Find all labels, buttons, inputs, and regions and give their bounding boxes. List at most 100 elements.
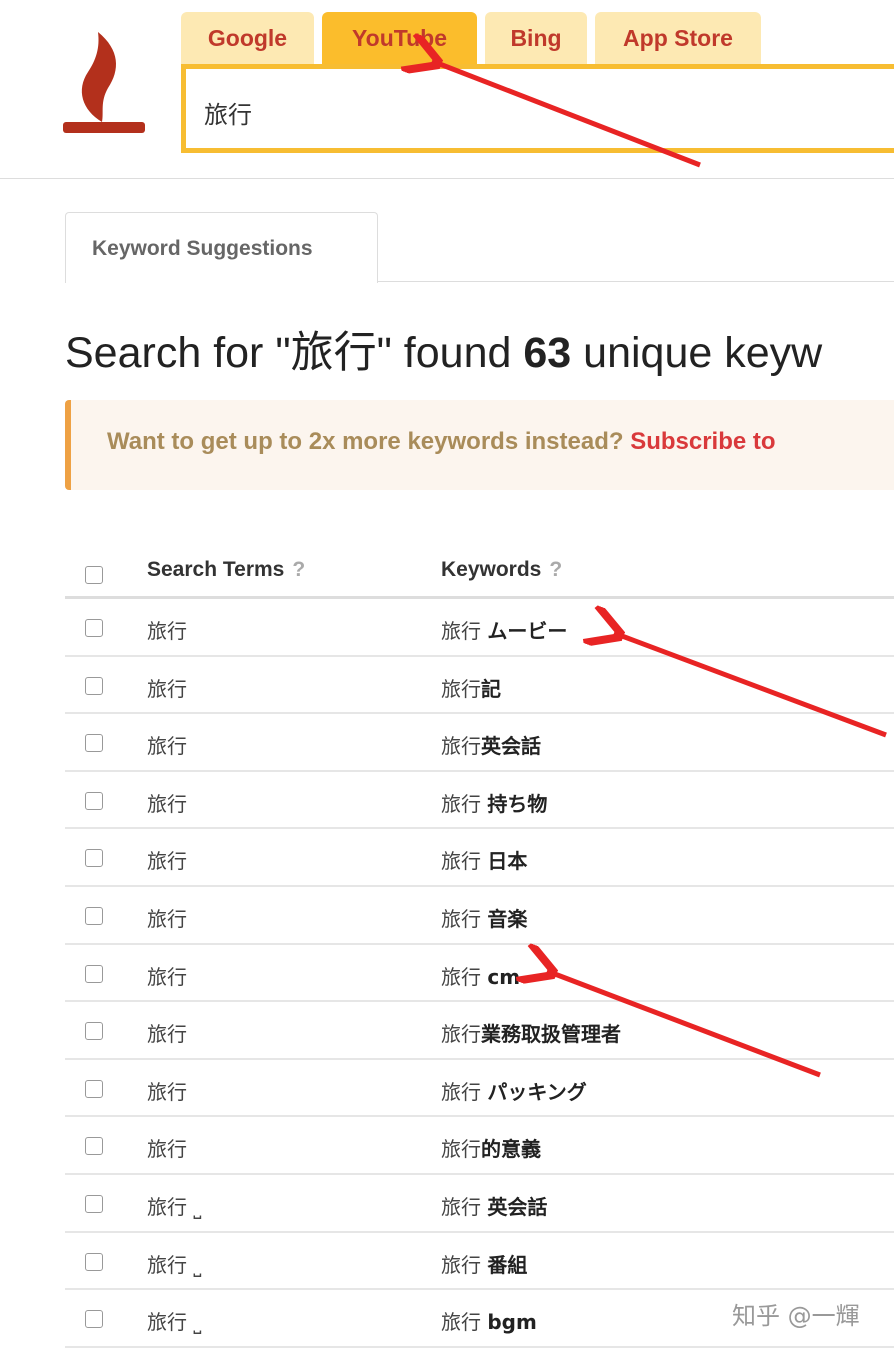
keyword[interactable]: 旅行業務取扱管理者 <box>441 1018 621 1047</box>
row-checkbox[interactable] <box>85 676 103 695</box>
table-row[interactable]: 旅行 ⎵ 旅行 英会話 <box>65 1175 894 1233</box>
table-row[interactable]: 旅行 旅行 日本 <box>65 829 894 887</box>
keyword-suffix: 音楽 <box>487 906 528 931</box>
help-icon[interactable]: ? <box>292 558 305 581</box>
keyword-suffix: 英会話 <box>481 734 541 759</box>
watermark: 知乎 @一輝 <box>732 1302 860 1330</box>
row-checkbox[interactable] <box>85 964 103 983</box>
search-term: 旅行 <box>147 619 187 643</box>
row-checkbox[interactable] <box>85 906 103 925</box>
keyword-prefix: 旅行 <box>441 964 488 989</box>
table-row[interactable]: 旅行 旅行 ムービー <box>65 599 894 657</box>
table-row[interactable]: 旅行 旅行的意義 <box>65 1117 894 1175</box>
keyword-suffix: ムービー <box>487 619 568 643</box>
search-term: 旅行 <box>147 676 187 701</box>
keyword-prefix: 旅行 <box>441 619 488 643</box>
subscribe-link[interactable]: Subscribe to <box>630 428 775 455</box>
result-count: 63 <box>523 329 572 377</box>
keyword-suffix: 記 <box>481 676 501 701</box>
title-suffix: unique keyw <box>571 329 823 377</box>
upgrade-alert: Want to get up to 2x more keywords inste… <box>65 400 894 490</box>
search-term: 旅行 <box>147 849 187 874</box>
flame-logo-icon[interactable] <box>60 30 148 138</box>
select-all-checkbox[interactable] <box>85 566 103 584</box>
keyword[interactable]: 旅行記 <box>441 673 501 702</box>
tab-keyword-suggestions[interactable]: Keyword Suggestions <box>65 212 378 283</box>
table-row[interactable]: 旅行 旅行業務取扱管理者 <box>65 1002 894 1060</box>
keyword-suffix: 英会話 <box>487 1194 548 1219</box>
tab-google[interactable]: Google <box>181 12 314 66</box>
search-input[interactable]: 旅行 <box>181 64 894 153</box>
tab-bing[interactable]: Bing <box>485 12 587 66</box>
keyword[interactable]: 旅行 音楽 <box>441 903 527 932</box>
keyword-prefix: 旅行 <box>441 849 488 874</box>
row-checkbox[interactable] <box>85 1194 103 1213</box>
search-term: 旅行 <box>147 906 187 931</box>
keyword[interactable]: 旅行 英会話 <box>441 1191 547 1220</box>
search-term: 旅行 <box>147 1137 187 1162</box>
header-keywords[interactable]: Keywords? <box>441 558 562 582</box>
row-checkbox[interactable] <box>85 791 103 810</box>
page-title: Search for "旅行" found 63 unique keyw <box>65 318 822 380</box>
keyword-prefix: 旅行 <box>441 906 488 931</box>
keyword-suffix: パッキング <box>487 1079 587 1104</box>
keyword-prefix: 旅行 <box>441 1194 488 1219</box>
keyword-suffix: bgm <box>487 1310 537 1335</box>
keyword-suffix: 番組 <box>487 1252 528 1277</box>
keyword-prefix: 旅行 <box>441 791 488 816</box>
keyword-suffix: 日本 <box>487 849 528 874</box>
search-term: 旅行 <box>147 734 187 759</box>
table-row[interactable]: 旅行 ⎵ 旅行 番組 <box>65 1233 894 1291</box>
search-term: 旅行 <box>147 791 187 816</box>
keyword-suffix: 持ち物 <box>487 791 548 816</box>
tab-app-store[interactable]: App Store <box>595 12 761 66</box>
row-checkbox[interactable] <box>85 734 103 753</box>
search-term: 旅行 <box>147 1079 187 1104</box>
row-checkbox[interactable] <box>85 1252 103 1271</box>
keyword-table: Search Terms? Keywords? 旅行 旅行 ムービー 旅行 旅行… <box>65 540 894 1348</box>
table-row[interactable]: 旅行 旅行英会話 <box>65 714 894 772</box>
keyword[interactable]: 旅行英会話 <box>441 730 541 759</box>
help-icon[interactable]: ? <box>549 558 562 581</box>
header-search-terms[interactable]: Search Terms? <box>147 558 305 582</box>
search-term: 旅行 <box>147 964 187 989</box>
header-label: Search Terms <box>147 558 285 581</box>
keyword-suffix: cm <box>487 964 521 989</box>
keyword-prefix: 旅行 <box>441 1079 488 1104</box>
row-checkbox[interactable] <box>85 1022 103 1041</box>
search-term: 旅行 ⎵ <box>147 1252 202 1277</box>
header-divider <box>0 178 894 179</box>
keyword[interactable]: 旅行的意義 <box>441 1133 541 1162</box>
keyword[interactable]: 旅行 cm <box>441 961 520 990</box>
row-checkbox[interactable] <box>85 619 103 637</box>
keyword[interactable]: 旅行 bgm <box>441 1306 537 1335</box>
keyword-prefix: 旅行 <box>441 1137 481 1162</box>
keyword-suffix: 的意義 <box>481 1137 541 1162</box>
tab-divider <box>377 281 894 282</box>
search-term: 旅行 ⎵ <box>147 1194 202 1219</box>
keyword-prefix: 旅行 <box>441 1252 488 1277</box>
row-checkbox[interactable] <box>85 1310 103 1329</box>
header-label: Keywords <box>441 558 542 581</box>
keyword-prefix: 旅行 <box>441 1310 488 1335</box>
keyword-prefix: 旅行 <box>441 1022 481 1047</box>
row-checkbox[interactable] <box>85 1137 103 1156</box>
table-row[interactable]: 旅行 旅行 cm <box>65 945 894 1003</box>
table-row[interactable]: 旅行 旅行記 <box>65 657 894 715</box>
table-row[interactable]: 旅行 旅行 パッキング <box>65 1060 894 1118</box>
row-checkbox[interactable] <box>85 849 103 868</box>
alert-text: Want to get up to 2x more keywords inste… <box>107 428 631 455</box>
search-term: 旅行 ⎵ <box>147 1310 202 1335</box>
row-checkbox[interactable] <box>85 1079 103 1098</box>
keyword[interactable]: 旅行 番組 <box>441 1249 527 1278</box>
tab-youtube[interactable]: YouTube <box>322 12 477 66</box>
table-row[interactable]: 旅行 旅行 音楽 <box>65 887 894 945</box>
keyword[interactable]: 旅行 ムービー <box>441 615 567 644</box>
keyword[interactable]: 旅行 持ち物 <box>441 788 547 817</box>
keyword-suffix: 業務取扱管理者 <box>481 1022 621 1047</box>
keyword-prefix: 旅行 <box>441 734 481 759</box>
keyword[interactable]: 旅行 パッキング <box>441 1076 587 1105</box>
table-row[interactable]: 旅行 旅行 持ち物 <box>65 772 894 830</box>
keyword[interactable]: 旅行 日本 <box>441 845 527 874</box>
search-term: 旅行 <box>147 1022 187 1047</box>
